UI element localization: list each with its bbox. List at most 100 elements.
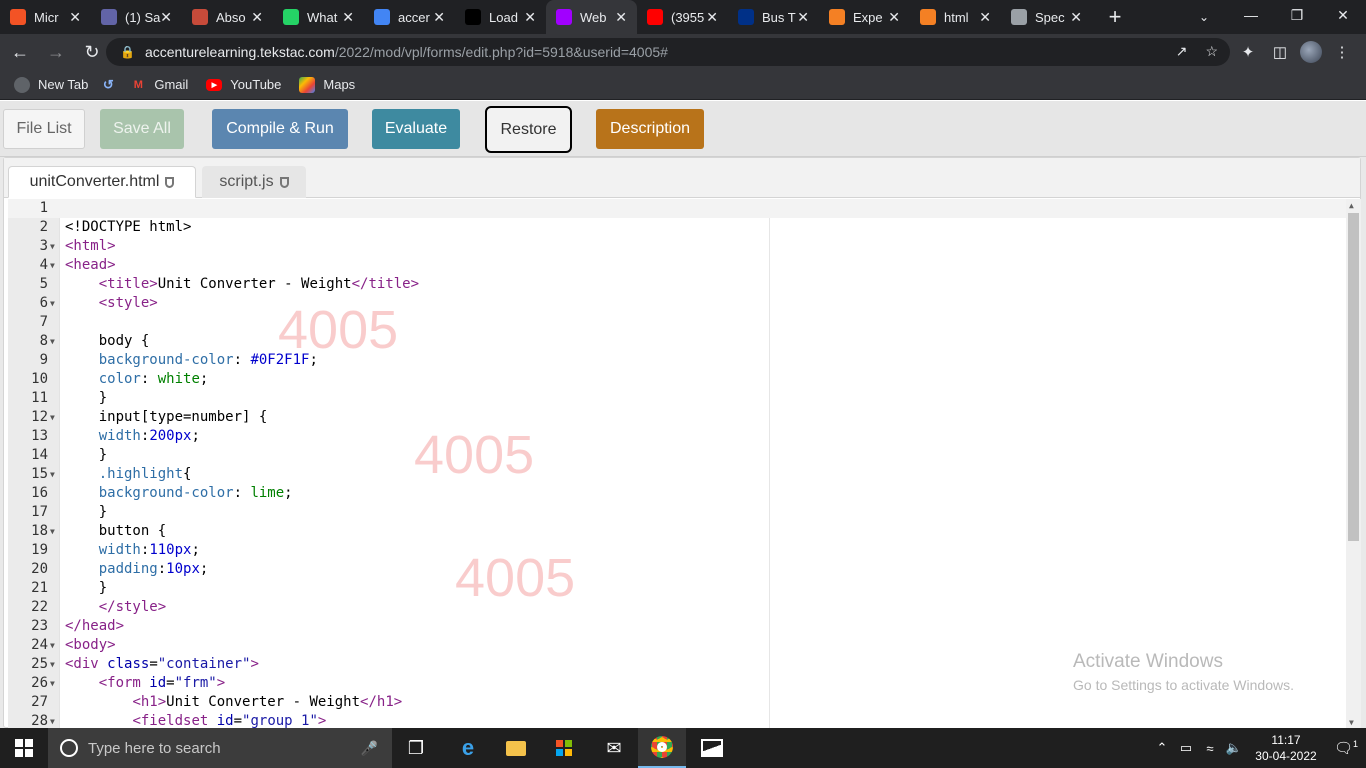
file-explorer-icon[interactable] bbox=[492, 728, 540, 768]
code-editor[interactable]: 1 2 <!DOCTYPE html> 3 ▼ <html> 4 ▼ <head> 5 <titl… bbox=[8, 199, 1361, 729]
fold-arrow-icon[interactable]: ▼ bbox=[50, 465, 55, 484]
code-line[interactable]: 28 ▼ <fieldset id="group 1"> bbox=[8, 712, 1346, 729]
close-tab-icon[interactable]: ✕ bbox=[251, 9, 263, 26]
fold-arrow-icon[interactable]: ▼ bbox=[50, 522, 55, 541]
code-line[interactable]: 15 ▼ .highlight{ bbox=[8, 465, 1346, 484]
file-list-button[interactable]: File List bbox=[3, 109, 85, 149]
code-line[interactable]: 13 width:200px; bbox=[8, 427, 1346, 446]
chevron-up-icon[interactable]: ⌃ bbox=[1150, 740, 1174, 756]
code-line[interactable]: 21 } bbox=[8, 579, 1346, 598]
close-tab-icon[interactable]: ✕ bbox=[433, 9, 445, 26]
code-line[interactable]: 10 color: white; bbox=[8, 370, 1346, 389]
fold-arrow-icon[interactable]: ▼ bbox=[50, 674, 55, 693]
browser-tab[interactable]: Abso ✕ bbox=[182, 0, 273, 34]
bookmark-history[interactable]: ↺ bbox=[100, 77, 116, 93]
microphone-icon[interactable]: 🎤 bbox=[361, 740, 378, 757]
code-line[interactable]: 2 <!DOCTYPE html> bbox=[8, 218, 1346, 237]
scroll-up-icon[interactable]: ▲ bbox=[1349, 201, 1354, 210]
browser-tab[interactable]: html ✕ bbox=[910, 0, 1001, 34]
fold-arrow-icon[interactable]: ▼ bbox=[50, 294, 55, 313]
browser-tab[interactable]: Web ✕ bbox=[546, 0, 637, 34]
code-line[interactable]: 9 background-color: #0F2F1F; bbox=[8, 351, 1346, 370]
browser-tab[interactable]: Spec ✕ bbox=[1001, 0, 1092, 34]
code-line[interactable]: 17 } bbox=[8, 503, 1346, 522]
fold-arrow-icon[interactable]: ▼ bbox=[50, 636, 55, 655]
edge-icon[interactable]: e bbox=[444, 728, 492, 768]
lock-icon[interactable]: 🔒 bbox=[120, 45, 135, 59]
taskbar-search[interactable]: Type here to search 🎤 bbox=[48, 728, 392, 768]
code-line[interactable]: 1 bbox=[8, 199, 1346, 218]
extensions-icon[interactable]: ✦ bbox=[1236, 36, 1260, 68]
code-line[interactable]: 22 </style> bbox=[8, 598, 1346, 617]
browser-tab[interactable]: Bus T ✕ bbox=[728, 0, 819, 34]
bookmark-maps[interactable]: Maps bbox=[299, 76, 355, 93]
fold-arrow-icon[interactable]: ▼ bbox=[50, 712, 55, 729]
code-line[interactable]: 20 padding:10px; bbox=[8, 560, 1346, 579]
code-line[interactable]: 23 </head> bbox=[8, 617, 1346, 636]
browser-tab[interactable]: Micr ✕ bbox=[0, 0, 91, 34]
side-panel-icon[interactable]: ◫ bbox=[1268, 36, 1292, 68]
browser-tab[interactable]: accer ✕ bbox=[364, 0, 455, 34]
code-line[interactable]: 18 ▼ button { bbox=[8, 522, 1346, 541]
share-icon[interactable]: ↗ bbox=[1176, 43, 1188, 60]
browser-tab[interactable]: (3955 ✕ bbox=[637, 0, 728, 34]
code-line[interactable]: 6 ▼ <style> bbox=[8, 294, 1346, 313]
menu-kebab-icon[interactable]: ⋮ bbox=[1330, 36, 1354, 68]
code-line[interactable]: 4 ▼ <head> bbox=[8, 256, 1346, 275]
evaluate-button[interactable]: Evaluate bbox=[372, 109, 460, 149]
close-window-icon[interactable]: ✕ bbox=[1320, 0, 1366, 30]
address-bar[interactable]: 🔒 accenturelearning.tekstac.com/2022/mod… bbox=[106, 38, 1230, 66]
fold-arrow-icon[interactable]: ▼ bbox=[50, 408, 55, 427]
tab-search-icon[interactable]: ⌄ bbox=[1190, 4, 1218, 30]
close-tab-icon[interactable]: ✕ bbox=[888, 9, 900, 26]
close-tab-icon[interactable]: ✕ bbox=[615, 9, 627, 26]
reload-icon[interactable]: ↻ bbox=[76, 36, 108, 68]
code-line[interactable]: 7 bbox=[8, 313, 1346, 332]
close-tab-icon[interactable]: ✕ bbox=[797, 9, 809, 26]
chrome-icon[interactable] bbox=[638, 728, 686, 768]
close-tab-icon[interactable]: ✕ bbox=[342, 9, 354, 26]
file-tab-unitconverter[interactable]: unitConverter.html bbox=[8, 166, 196, 198]
forward-icon[interactable]: → bbox=[40, 36, 72, 68]
volume-icon[interactable]: 🔈 bbox=[1222, 740, 1246, 756]
code-line[interactable]: 11 } bbox=[8, 389, 1346, 408]
close-tab-icon[interactable]: ✕ bbox=[979, 9, 991, 26]
fold-arrow-icon[interactable]: ▼ bbox=[50, 237, 55, 256]
save-all-button[interactable]: Save All bbox=[100, 109, 184, 149]
close-tab-icon[interactable]: ✕ bbox=[1070, 9, 1082, 26]
mail-icon[interactable]: ✉ bbox=[590, 728, 638, 768]
clock[interactable]: 11:17 30-04-2022 bbox=[1246, 732, 1326, 764]
new-tab-icon[interactable]: + bbox=[1098, 0, 1132, 34]
fold-arrow-icon[interactable]: ▼ bbox=[50, 655, 55, 674]
battery-icon[interactable]: ▭ bbox=[1174, 740, 1198, 756]
file-tab-script[interactable]: script.js bbox=[202, 166, 306, 198]
browser-tab[interactable]: Expe ✕ bbox=[819, 0, 910, 34]
wifi-icon[interactable]: ≈ bbox=[1198, 741, 1222, 756]
compile-run-button[interactable]: Compile & Run bbox=[212, 109, 348, 149]
scroll-down-icon[interactable]: ▼ bbox=[1349, 718, 1354, 727]
restore-button[interactable]: Restore bbox=[485, 106, 572, 153]
bookmark-new-tab[interactable]: New Tab bbox=[14, 76, 88, 93]
close-tab-icon[interactable]: ✕ bbox=[69, 9, 81, 26]
task-view-icon[interactable]: ❐ bbox=[392, 728, 440, 768]
minimize-icon[interactable]: — bbox=[1228, 0, 1274, 30]
close-tab-icon[interactable]: ✕ bbox=[160, 9, 172, 26]
code-line[interactable]: 8 ▼ body { bbox=[8, 332, 1346, 351]
fold-arrow-icon[interactable]: ▼ bbox=[50, 256, 55, 275]
notifications-icon[interactable]: 🗨1 bbox=[1326, 739, 1366, 757]
photos-icon[interactable] bbox=[688, 728, 736, 768]
back-icon[interactable]: ← bbox=[4, 36, 36, 68]
browser-tab[interactable]: What ✕ bbox=[273, 0, 364, 34]
restore-window-icon[interactable]: ❐ bbox=[1274, 0, 1320, 30]
code-line[interactable]: 3 ▼ <html> bbox=[8, 237, 1346, 256]
code-line[interactable]: 5 <title>Unit Converter - Weight</title> bbox=[8, 275, 1346, 294]
code-line[interactable]: 12 ▼ input[type=number] { bbox=[8, 408, 1346, 427]
code-line[interactable]: 27 <h1>Unit Converter - Weight</h1> bbox=[8, 693, 1346, 712]
code-line[interactable]: 14 } bbox=[8, 446, 1346, 465]
browser-tab[interactable]: (1) Sa ✕ bbox=[91, 0, 182, 34]
profile-avatar[interactable] bbox=[1300, 41, 1322, 63]
browser-tab[interactable]: Load ✕ bbox=[455, 0, 546, 34]
fold-arrow-icon[interactable]: ▼ bbox=[50, 332, 55, 351]
scrollbar-thumb[interactable] bbox=[1348, 213, 1359, 541]
code-line[interactable]: 16 background-color: lime; bbox=[8, 484, 1346, 503]
